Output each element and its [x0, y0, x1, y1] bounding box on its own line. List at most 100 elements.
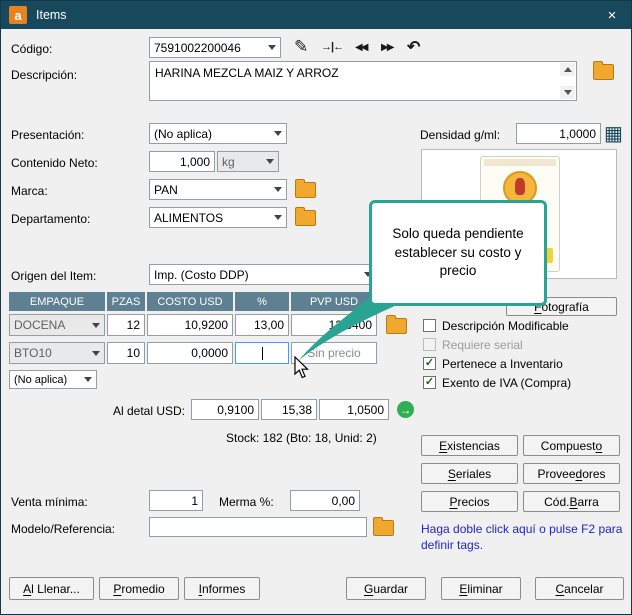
checkbox-box[interactable]: ✓: [423, 376, 436, 389]
tooltip-text: Solo queda pendiente establecer su costo…: [384, 225, 532, 282]
chevron-down-icon[interactable]: [88, 315, 104, 335]
informes-button[interactable]: Informes: [184, 577, 260, 600]
origen-label: Origen del Item:: [11, 269, 96, 283]
al-llenar-button[interactable]: Al Llenar...: [9, 577, 94, 600]
venta-minima-label: Venta mínima:: [11, 495, 88, 509]
folder-icon[interactable]: [593, 64, 614, 80]
marca-label: Marca:: [11, 184, 48, 198]
col-header-pzas: PZAS: [107, 292, 145, 311]
row2-empaque-value: BTO10: [10, 346, 88, 360]
descripcion-value: HARINA MEZCLA MAIZ Y ARROZ: [155, 66, 339, 80]
scroll-up-icon[interactable]: [560, 63, 575, 76]
folder-icon[interactable]: [295, 210, 316, 226]
marca-combo[interactable]: PAN: [149, 179, 287, 200]
guardar-button[interactable]: Guardar: [346, 577, 426, 600]
al-detal-margen-field[interactable]: 15,38: [261, 399, 317, 420]
check-icon: ✓: [425, 377, 434, 388]
presentacion-label: Presentación:: [11, 128, 84, 142]
checkbox-label: Pertenece a Inventario: [442, 357, 563, 371]
items-dialog: a Items × Código: 7591002200046 ✎ →|← ◀◀…: [0, 0, 632, 615]
green-arrow-icon[interactable]: →: [397, 401, 414, 418]
row1-empaque-value: DOCENA: [10, 318, 88, 332]
presentacion-value: (No aplica): [150, 127, 270, 141]
row1-pzas-field[interactable]: 12: [107, 314, 145, 336]
departamento-value: ALIMENTOS: [150, 211, 270, 225]
empaque-extra-value: (No aplica): [10, 374, 80, 386]
app-icon: a: [9, 6, 27, 24]
checkbox-exento-iva[interactable]: ✓ Exento de IVA (Compra): [423, 375, 571, 390]
chevron-down-icon[interactable]: [270, 208, 286, 227]
venta-minima-field[interactable]: 1: [149, 490, 203, 511]
col-header-costo: COSTO USD: [147, 292, 233, 311]
departamento-combo[interactable]: ALIMENTOS: [149, 207, 287, 228]
chevron-down-icon[interactable]: [88, 343, 104, 363]
codigo-combo[interactable]: 7591002200046: [149, 37, 281, 58]
row2-pzas-field[interactable]: 10: [107, 342, 145, 364]
row2-costo-field[interactable]: 0,0000: [147, 342, 233, 364]
tags-hint[interactable]: Haga doble click aquí o pulse F2 para de…: [421, 521, 623, 553]
undo-icon[interactable]: ↶: [407, 37, 420, 57]
mouse-cursor: [294, 356, 312, 380]
row2-empaque-combo[interactable]: BTO10: [9, 342, 105, 364]
modelo-label: Modelo/Referencia:: [11, 522, 115, 536]
checkbox-box: ✓: [423, 338, 436, 351]
al-detal-pvp-field[interactable]: 1,0500: [319, 399, 389, 420]
row1-empaque-combo[interactable]: DOCENA: [9, 314, 105, 336]
empaque-extra-combo[interactable]: (No aplica): [9, 370, 97, 389]
compuesto-button[interactable]: Compuesto: [523, 435, 620, 456]
checkbox-pertenece-inventario[interactable]: ✓ Pertenece a Inventario: [423, 356, 563, 371]
existencias-button[interactable]: Existencias: [421, 435, 518, 456]
merma-label: Merma %:: [219, 495, 274, 509]
checkbox-descripcion-modificable[interactable]: ✓ Descripción Modificable: [423, 318, 569, 333]
cancelar-button[interactable]: Cancelar: [535, 577, 624, 600]
origen-combo[interactable]: Imp. (Costo DDP): [149, 264, 377, 285]
row1-margen-field[interactable]: 13,00: [235, 314, 289, 336]
checkbox-requiere-serial: ✓ Requiere serial: [423, 337, 523, 352]
contenido-neto-label: Contenido Neto:: [11, 156, 98, 170]
checkbox-box[interactable]: ✓: [423, 357, 436, 370]
cod-barra-button[interactable]: Cód. Barra: [523, 491, 620, 512]
next-record-icon[interactable]: ▶▶: [381, 42, 392, 53]
jump-to-icon[interactable]: →|←: [321, 41, 343, 53]
descripcion-input[interactable]: HARINA MEZCLA MAIZ Y ARROZ: [149, 61, 577, 101]
precios-button[interactable]: Precios: [421, 491, 518, 512]
seriales-button[interactable]: Seriales: [421, 463, 518, 484]
title-bar[interactable]: a Items ×: [1, 1, 631, 29]
presentacion-combo[interactable]: (No aplica): [149, 123, 287, 144]
chevron-down-icon[interactable]: [80, 371, 96, 388]
checkbox-box[interactable]: ✓: [423, 319, 436, 332]
row2-margen-field[interactable]: [235, 342, 289, 364]
modelo-field[interactable]: [149, 517, 367, 537]
scroll-down-icon[interactable]: [560, 86, 575, 99]
checkbox-label: Requiere serial: [442, 338, 523, 352]
eliminar-button[interactable]: Eliminar: [441, 577, 521, 600]
folder-icon[interactable]: [295, 182, 316, 198]
merma-field[interactable]: 0,00: [290, 490, 360, 511]
chevron-down-icon[interactable]: [262, 152, 278, 171]
text-caret: [262, 347, 263, 360]
al-detal-label: Al detal USD:: [85, 404, 185, 418]
check-icon: ✓: [425, 358, 434, 369]
densidad-field[interactable]: 1,0000: [516, 123, 601, 144]
proveedores-button[interactable]: Proveedores: [523, 463, 620, 484]
previous-record-icon[interactable]: ◀◀: [355, 42, 366, 53]
folder-icon[interactable]: [373, 520, 394, 536]
chevron-down-icon[interactable]: [270, 124, 286, 143]
densidad-label: Densidad g/ml:: [420, 128, 500, 142]
col-header-pct: %: [235, 292, 289, 311]
codigo-label: Código:: [11, 42, 52, 56]
edit-pencil-icon[interactable]: ✎: [294, 37, 308, 57]
unidad-value: kg: [218, 155, 262, 169]
chevron-down-icon[interactable]: [270, 180, 286, 199]
calculator-icon[interactable]: ▦: [604, 121, 623, 146]
promedio-button[interactable]: Promedio: [99, 577, 179, 600]
stock-text: Stock: 182 (Bto: 18, Unid: 2): [226, 431, 377, 445]
row1-costo-field[interactable]: 10,9200: [147, 314, 233, 336]
close-icon[interactable]: ×: [599, 5, 625, 25]
al-detal-precio-field[interactable]: 0,9100: [191, 399, 259, 420]
contenido-neto-field[interactable]: 1,000: [149, 151, 215, 172]
unidad-combo[interactable]: kg: [217, 151, 279, 172]
departamento-label: Departamento:: [11, 212, 90, 226]
chevron-down-icon[interactable]: [264, 38, 280, 57]
marca-value: PAN: [150, 183, 270, 197]
